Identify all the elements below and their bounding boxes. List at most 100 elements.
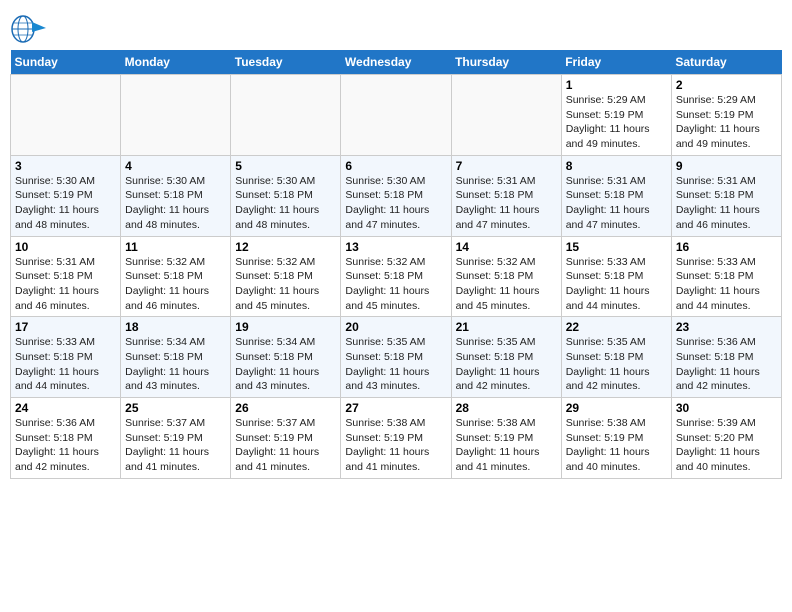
calendar-cell: 1Sunrise: 5:29 AMSunset: 5:19 PMDaylight… — [561, 75, 671, 156]
calendar-cell: 30Sunrise: 5:39 AMSunset: 5:20 PMDayligh… — [671, 398, 781, 479]
calendar-cell: 16Sunrise: 5:33 AMSunset: 5:18 PMDayligh… — [671, 236, 781, 317]
calendar-cell: 21Sunrise: 5:35 AMSunset: 5:18 PMDayligh… — [451, 317, 561, 398]
weekday-wednesday: Wednesday — [341, 50, 451, 75]
day-info: Sunrise: 5:30 AMSunset: 5:19 PMDaylight:… — [15, 174, 116, 233]
weekday-thursday: Thursday — [451, 50, 561, 75]
day-info: Sunrise: 5:34 AMSunset: 5:18 PMDaylight:… — [125, 335, 226, 394]
calendar-cell: 10Sunrise: 5:31 AMSunset: 5:18 PMDayligh… — [11, 236, 121, 317]
day-info: Sunrise: 5:37 AMSunset: 5:19 PMDaylight:… — [235, 416, 336, 475]
calendar-cell: 3Sunrise: 5:30 AMSunset: 5:19 PMDaylight… — [11, 155, 121, 236]
day-info: Sunrise: 5:31 AMSunset: 5:18 PMDaylight:… — [566, 174, 667, 233]
calendar-cell — [341, 75, 451, 156]
day-info: Sunrise: 5:33 AMSunset: 5:18 PMDaylight:… — [566, 255, 667, 314]
day-number: 16 — [676, 240, 777, 254]
day-info: Sunrise: 5:38 AMSunset: 5:19 PMDaylight:… — [566, 416, 667, 475]
day-info: Sunrise: 5:37 AMSunset: 5:19 PMDaylight:… — [125, 416, 226, 475]
day-number: 25 — [125, 401, 226, 415]
logo — [10, 14, 50, 44]
day-number: 21 — [456, 320, 557, 334]
day-number: 10 — [15, 240, 116, 254]
day-info: Sunrise: 5:33 AMSunset: 5:18 PMDaylight:… — [676, 255, 777, 314]
day-number: 6 — [345, 159, 446, 173]
calendar-cell: 24Sunrise: 5:36 AMSunset: 5:18 PMDayligh… — [11, 398, 121, 479]
calendar-cell: 8Sunrise: 5:31 AMSunset: 5:18 PMDaylight… — [561, 155, 671, 236]
calendar-header: SundayMondayTuesdayWednesdayThursdayFrid… — [11, 50, 782, 75]
logo-icon — [10, 14, 46, 44]
calendar-cell: 6Sunrise: 5:30 AMSunset: 5:18 PMDaylight… — [341, 155, 451, 236]
day-number: 19 — [235, 320, 336, 334]
calendar-week-2: 3Sunrise: 5:30 AMSunset: 5:19 PMDaylight… — [11, 155, 782, 236]
calendar-cell: 13Sunrise: 5:32 AMSunset: 5:18 PMDayligh… — [341, 236, 451, 317]
day-number: 26 — [235, 401, 336, 415]
calendar-cell: 29Sunrise: 5:38 AMSunset: 5:19 PMDayligh… — [561, 398, 671, 479]
weekday-header-row: SundayMondayTuesdayWednesdayThursdayFrid… — [11, 50, 782, 75]
calendar-cell: 28Sunrise: 5:38 AMSunset: 5:19 PMDayligh… — [451, 398, 561, 479]
day-number: 13 — [345, 240, 446, 254]
day-info: Sunrise: 5:38 AMSunset: 5:19 PMDaylight:… — [345, 416, 446, 475]
day-info: Sunrise: 5:30 AMSunset: 5:18 PMDaylight:… — [125, 174, 226, 233]
weekday-friday: Friday — [561, 50, 671, 75]
day-info: Sunrise: 5:35 AMSunset: 5:18 PMDaylight:… — [566, 335, 667, 394]
calendar-cell — [451, 75, 561, 156]
day-number: 30 — [676, 401, 777, 415]
day-info: Sunrise: 5:30 AMSunset: 5:18 PMDaylight:… — [345, 174, 446, 233]
day-info: Sunrise: 5:31 AMSunset: 5:18 PMDaylight:… — [676, 174, 777, 233]
day-info: Sunrise: 5:31 AMSunset: 5:18 PMDaylight:… — [456, 174, 557, 233]
calendar-cell — [11, 75, 121, 156]
calendar-week-1: 1Sunrise: 5:29 AMSunset: 5:19 PMDaylight… — [11, 75, 782, 156]
day-number: 3 — [15, 159, 116, 173]
day-info: Sunrise: 5:32 AMSunset: 5:18 PMDaylight:… — [235, 255, 336, 314]
day-number: 1 — [566, 78, 667, 92]
day-number: 5 — [235, 159, 336, 173]
day-number: 7 — [456, 159, 557, 173]
day-info: Sunrise: 5:30 AMSunset: 5:18 PMDaylight:… — [235, 174, 336, 233]
calendar-week-5: 24Sunrise: 5:36 AMSunset: 5:18 PMDayligh… — [11, 398, 782, 479]
calendar-cell: 11Sunrise: 5:32 AMSunset: 5:18 PMDayligh… — [121, 236, 231, 317]
day-number: 20 — [345, 320, 446, 334]
calendar-week-4: 17Sunrise: 5:33 AMSunset: 5:18 PMDayligh… — [11, 317, 782, 398]
day-number: 4 — [125, 159, 226, 173]
day-info: Sunrise: 5:36 AMSunset: 5:18 PMDaylight:… — [676, 335, 777, 394]
calendar-cell: 23Sunrise: 5:36 AMSunset: 5:18 PMDayligh… — [671, 317, 781, 398]
weekday-monday: Monday — [121, 50, 231, 75]
page-header — [10, 10, 782, 44]
day-info: Sunrise: 5:32 AMSunset: 5:18 PMDaylight:… — [345, 255, 446, 314]
calendar-cell: 7Sunrise: 5:31 AMSunset: 5:18 PMDaylight… — [451, 155, 561, 236]
day-number: 24 — [15, 401, 116, 415]
day-number: 15 — [566, 240, 667, 254]
day-number: 18 — [125, 320, 226, 334]
calendar-cell: 2Sunrise: 5:29 AMSunset: 5:19 PMDaylight… — [671, 75, 781, 156]
calendar-cell: 26Sunrise: 5:37 AMSunset: 5:19 PMDayligh… — [231, 398, 341, 479]
day-info: Sunrise: 5:29 AMSunset: 5:19 PMDaylight:… — [676, 93, 777, 152]
calendar-week-3: 10Sunrise: 5:31 AMSunset: 5:18 PMDayligh… — [11, 236, 782, 317]
calendar-cell: 18Sunrise: 5:34 AMSunset: 5:18 PMDayligh… — [121, 317, 231, 398]
day-info: Sunrise: 5:32 AMSunset: 5:18 PMDaylight:… — [456, 255, 557, 314]
day-number: 28 — [456, 401, 557, 415]
calendar-body: 1Sunrise: 5:29 AMSunset: 5:19 PMDaylight… — [11, 75, 782, 479]
calendar-cell: 4Sunrise: 5:30 AMSunset: 5:18 PMDaylight… — [121, 155, 231, 236]
day-number: 22 — [566, 320, 667, 334]
day-info: Sunrise: 5:35 AMSunset: 5:18 PMDaylight:… — [456, 335, 557, 394]
day-info: Sunrise: 5:29 AMSunset: 5:19 PMDaylight:… — [566, 93, 667, 152]
calendar-cell — [231, 75, 341, 156]
weekday-saturday: Saturday — [671, 50, 781, 75]
calendar-cell: 19Sunrise: 5:34 AMSunset: 5:18 PMDayligh… — [231, 317, 341, 398]
weekday-tuesday: Tuesday — [231, 50, 341, 75]
day-info: Sunrise: 5:34 AMSunset: 5:18 PMDaylight:… — [235, 335, 336, 394]
day-info: Sunrise: 5:38 AMSunset: 5:19 PMDaylight:… — [456, 416, 557, 475]
calendar-cell: 14Sunrise: 5:32 AMSunset: 5:18 PMDayligh… — [451, 236, 561, 317]
day-number: 2 — [676, 78, 777, 92]
day-number: 17 — [15, 320, 116, 334]
day-number: 11 — [125, 240, 226, 254]
day-info: Sunrise: 5:39 AMSunset: 5:20 PMDaylight:… — [676, 416, 777, 475]
calendar-cell: 15Sunrise: 5:33 AMSunset: 5:18 PMDayligh… — [561, 236, 671, 317]
calendar-cell: 20Sunrise: 5:35 AMSunset: 5:18 PMDayligh… — [341, 317, 451, 398]
calendar-cell: 25Sunrise: 5:37 AMSunset: 5:19 PMDayligh… — [121, 398, 231, 479]
calendar-cell — [121, 75, 231, 156]
calendar-cell: 5Sunrise: 5:30 AMSunset: 5:18 PMDaylight… — [231, 155, 341, 236]
day-number: 29 — [566, 401, 667, 415]
day-info: Sunrise: 5:35 AMSunset: 5:18 PMDaylight:… — [345, 335, 446, 394]
calendar-cell: 22Sunrise: 5:35 AMSunset: 5:18 PMDayligh… — [561, 317, 671, 398]
day-number: 8 — [566, 159, 667, 173]
day-info: Sunrise: 5:33 AMSunset: 5:18 PMDaylight:… — [15, 335, 116, 394]
